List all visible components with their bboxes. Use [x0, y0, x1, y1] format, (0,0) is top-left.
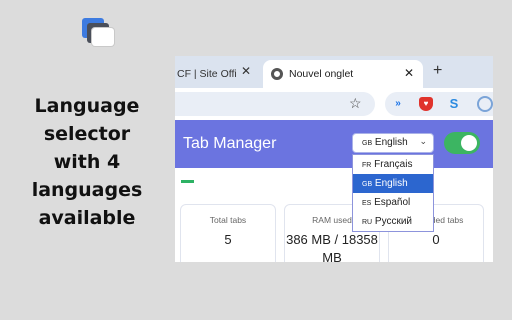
address-bar[interactable]: ☆ — [175, 92, 375, 116]
stat-card-total-tabs: Total tabs 5 — [180, 204, 276, 262]
tab-previous-title: CF | Site Offi — [177, 68, 237, 80]
language-label: Español — [374, 197, 411, 208]
stat-value: 0 — [432, 232, 440, 247]
tab-active-title: Nouvel onglet — [289, 68, 354, 80]
chrome-icon — [271, 68, 283, 80]
language-code: RU — [362, 219, 373, 226]
chevron-down-icon: ⌄ — [419, 136, 427, 146]
translate-extension-icon[interactable]: » — [391, 97, 405, 111]
brave-shield-icon[interactable]: ♥ — [419, 97, 433, 111]
profile-icon[interactable] — [477, 96, 493, 112]
new-tab-button[interactable]: + — [433, 62, 442, 80]
logo-front-square — [92, 28, 114, 46]
language-dropdown: FR Français GB English ES Español RU Рус… — [352, 154, 434, 232]
app-title: Tab Manager — [183, 135, 277, 152]
language-option-gb[interactable]: GB English — [353, 174, 433, 193]
language-code: GB — [362, 181, 373, 188]
tab-active[interactable]: Nouvel onglet ✕ — [263, 60, 423, 88]
browser-window: CF | Site Offi ✕ Nouvel onglet ✕ + ☆ » ♥… — [175, 56, 493, 262]
close-icon[interactable]: ✕ — [404, 66, 414, 80]
language-option-fr[interactable]: FR Français — [353, 155, 433, 174]
language-select[interactable]: GB English ⌄ — [352, 133, 434, 153]
active-indicator — [181, 180, 194, 183]
extension-logo-icon — [82, 18, 116, 48]
language-label: Русский — [374, 216, 413, 227]
language-option-ru[interactable]: RU Русский — [353, 212, 433, 231]
stat-value: 386 MB / 18358 MB — [286, 232, 378, 262]
tab-strip: CF | Site Offi ✕ Nouvel onglet ✕ + — [175, 56, 493, 88]
language-label: English — [374, 178, 408, 189]
language-flag-code: GB — [362, 140, 373, 147]
browser-toolbar: ☆ » ♥ S — [175, 88, 493, 120]
stat-label: Total tabs — [209, 215, 247, 225]
close-icon[interactable]: ✕ — [241, 64, 251, 78]
language-label: Français — [374, 159, 413, 170]
language-code: ES — [362, 200, 372, 207]
stat-value: 5 — [224, 232, 232, 247]
extensions-area: » ♥ S — [385, 92, 493, 116]
star-icon[interactable]: ☆ — [349, 95, 362, 112]
promo-caption: Language selector with 4 languages avail… — [31, 95, 143, 229]
toggle-knob — [461, 135, 477, 151]
s-extension-icon[interactable]: S — [447, 97, 461, 111]
enable-toggle[interactable] — [444, 132, 480, 154]
app-header: Tab Manager GB English ⌄ — [175, 120, 493, 168]
language-code: FR — [362, 162, 372, 169]
language-option-es[interactable]: ES Español — [353, 193, 433, 212]
language-select-label: English — [374, 137, 408, 148]
